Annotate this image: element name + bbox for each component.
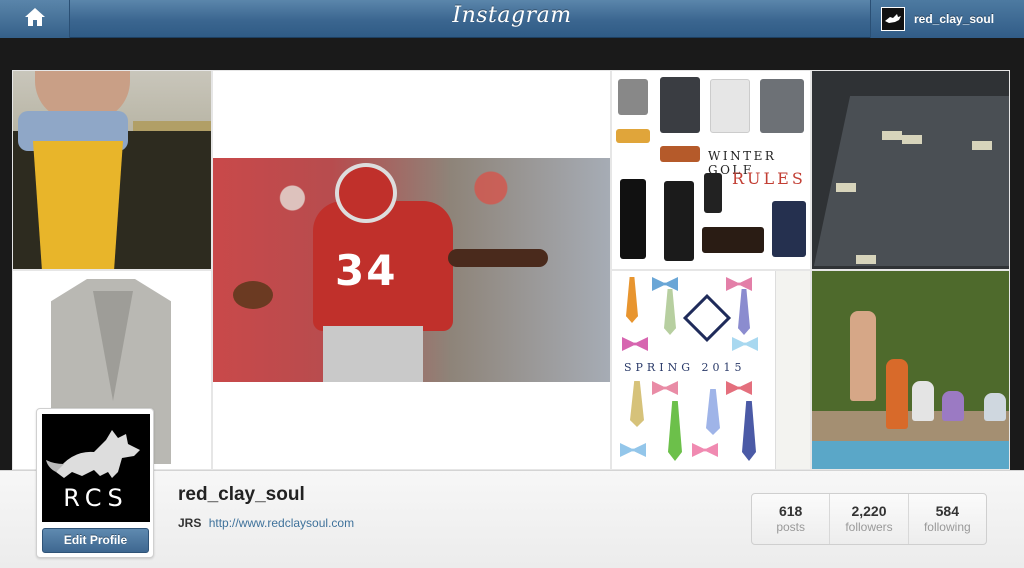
stat-posts[interactable]: 618 posts: [752, 494, 831, 544]
photo-background: [972, 141, 992, 150]
photo-background: [772, 201, 806, 257]
photo-background: [742, 401, 756, 461]
photo-background: [882, 131, 902, 140]
profile-website-link[interactable]: http://www.redclaysoul.com: [209, 516, 354, 530]
photo-background: [618, 79, 648, 115]
photo-background: [626, 277, 638, 323]
profile-stats: 618 posts 2,220 followers 584 following: [751, 493, 987, 545]
photo-background: [738, 289, 750, 335]
grid-photo-pool-party[interactable]: [811, 270, 1010, 470]
profile-avatar-card: RCS Edit Profile: [36, 408, 154, 558]
user-avatar-thumb: [881, 7, 905, 31]
photo-background: [448, 249, 548, 267]
photo-background: [856, 255, 876, 264]
stat-value: 584: [935, 503, 959, 519]
spring-title: SPRING 2015: [624, 361, 746, 374]
photo-background: [902, 135, 922, 144]
photo-background: [652, 381, 678, 395]
photo-background: [812, 411, 1009, 441]
profile-full-name: JRS: [178, 516, 202, 530]
photo-background: [233, 281, 273, 309]
grid-photo-card-table[interactable]: [811, 70, 1010, 270]
photo-background: [616, 129, 650, 143]
photo-background: [668, 401, 682, 461]
photo-background: [704, 173, 722, 213]
photo-background: [692, 443, 718, 457]
photo-background: [335, 163, 397, 223]
grid-photo-football[interactable]: 34: [212, 70, 611, 470]
photo-background: [664, 289, 676, 335]
photo-background: [775, 271, 810, 469]
photo-background: [726, 381, 752, 395]
stat-following[interactable]: 584 following: [909, 494, 986, 544]
photo-background: [760, 79, 804, 133]
stat-label: followers: [845, 520, 893, 534]
stat-value: 2,220: [851, 503, 887, 519]
photo-background: [706, 389, 720, 435]
photo-background: [702, 227, 764, 253]
profile-bio: JRS http://www.redclaysoul.com: [178, 516, 354, 530]
photo-background: [620, 179, 646, 259]
grid-photo-spring-2015[interactable]: SPRING 2015: [611, 270, 811, 470]
photo-background: [984, 393, 1006, 421]
photo-background: [912, 381, 934, 421]
photo-background: [836, 183, 856, 192]
avatar[interactable]: RCS: [42, 414, 150, 522]
photo-background: [33, 141, 123, 269]
photo-background: [622, 337, 648, 351]
photo-background: [660, 146, 700, 162]
monogram-logo: [682, 293, 732, 343]
photo-background: [664, 181, 694, 261]
photo-background: [886, 359, 908, 429]
photo-background: [813, 96, 1009, 266]
photo-background: [812, 441, 1009, 469]
winter-golf-subtitle: RULES: [732, 169, 806, 188]
stat-followers[interactable]: 2,220 followers: [830, 494, 909, 544]
stat-label: following: [923, 520, 971, 534]
user-menu-button[interactable]: red_clay_soul: [870, 0, 1024, 38]
profile-username: red_clay_soul: [178, 484, 305, 505]
photo-background: [850, 311, 876, 401]
photo-background: [726, 277, 752, 291]
photo-background: [630, 381, 644, 427]
photo-background: [710, 79, 750, 133]
jersey-number: 34: [335, 246, 398, 295]
grid-photo-sweater[interactable]: [12, 70, 212, 270]
top-nav-bar: Instagram red_clay_soul: [0, 0, 1024, 38]
avatar-text: RCS: [63, 484, 129, 512]
stat-label: posts: [776, 520, 805, 534]
grid-photo-winter-golf[interactable]: WINTER GOLF RULES: [611, 70, 811, 270]
user-menu-name: red_clay_soul: [914, 12, 995, 26]
photo-grid: 34 WINTER GOLF RULES SPRING 2015: [12, 70, 1010, 470]
photo-background: [732, 337, 758, 351]
edit-profile-button[interactable]: Edit Profile: [42, 528, 149, 553]
stat-value: 618: [778, 503, 803, 519]
photo-background: [620, 443, 646, 457]
photo-background: [660, 77, 700, 133]
photo-background: [652, 277, 678, 291]
photo-background: [323, 326, 423, 382]
photo-background: [942, 391, 964, 421]
